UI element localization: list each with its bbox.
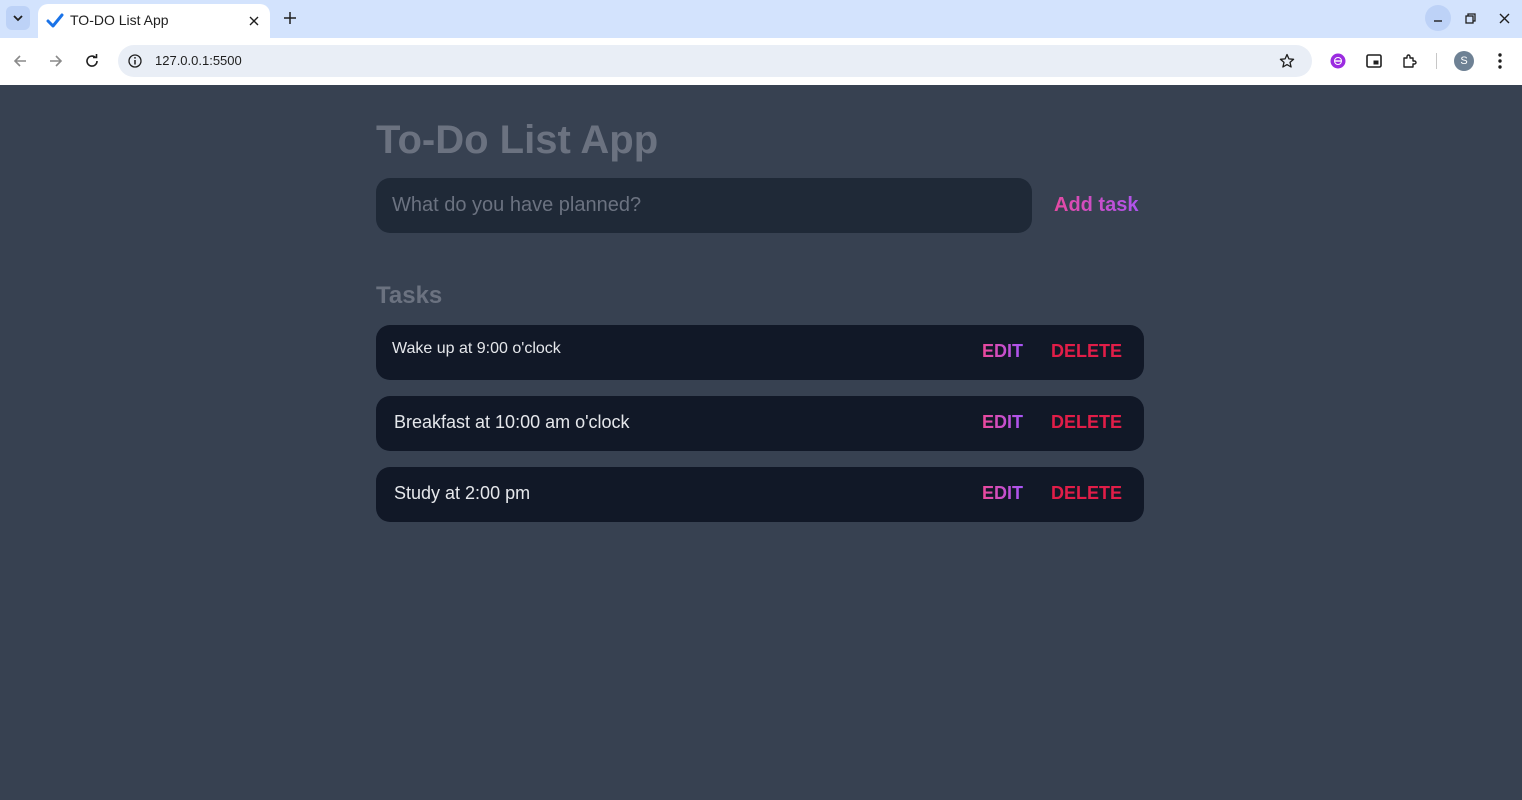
back-button[interactable] <box>8 49 32 73</box>
browser-menu-button[interactable] <box>1488 49 1512 73</box>
edit-button[interactable]: EDIT <box>982 341 1023 362</box>
chevron-down-icon <box>13 15 23 22</box>
edit-button[interactable]: EDIT <box>982 483 1023 504</box>
tab-search-button[interactable] <box>6 6 30 30</box>
delete-button[interactable]: DELETE <box>1051 341 1122 362</box>
picture-in-picture-icon <box>1366 54 1382 68</box>
delete-button[interactable]: DELETE <box>1051 483 1122 504</box>
task-item: Breakfast at 10:00 am o'clock EDIT DELET… <box>376 396 1144 451</box>
kebab-menu-icon <box>1498 53 1502 69</box>
forward-button[interactable] <box>44 49 68 73</box>
restore-icon <box>1464 12 1476 24</box>
browser-tab[interactable]: TO-DO List App <box>38 4 270 38</box>
extension-icon <box>1330 53 1346 69</box>
extensions-menu-button[interactable] <box>1398 49 1422 73</box>
extension-button[interactable] <box>1326 49 1350 73</box>
tab-title: TO-DO List App <box>70 12 169 28</box>
task-input[interactable] <box>376 178 1032 233</box>
picture-in-picture-button[interactable] <box>1362 49 1386 73</box>
restore-button[interactable] <box>1457 5 1483 31</box>
url-text: 127.0.0.1:5500 <box>155 53 242 68</box>
window-close-button[interactable] <box>1491 5 1517 31</box>
puzzle-icon <box>1403 54 1417 68</box>
forward-arrow-icon <box>50 55 63 67</box>
task-item: Wake up at 9:00 o'clock EDIT DELETE <box>376 325 1144 380</box>
minimize-icon <box>1434 20 1442 22</box>
back-arrow-icon <box>13 55 26 67</box>
task-text: Breakfast at 10:00 am o'clock <box>394 412 630 432</box>
favicon-check-icon <box>46 13 64 28</box>
toolbar-separator <box>1436 53 1437 69</box>
info-icon <box>128 54 142 68</box>
tasks-heading: Tasks <box>376 282 443 309</box>
avatar: S <box>1454 51 1474 71</box>
reload-icon <box>86 54 98 67</box>
browser-tabstrip: TO-DO List App <box>0 0 1522 38</box>
task-text: Study at 2:00 pm <box>394 483 531 503</box>
browser-toolbar: 127.0.0.1:5500 S <box>0 38 1522 85</box>
reload-button[interactable] <box>80 49 104 73</box>
page-title: To-Do List App <box>376 118 659 162</box>
profile-button[interactable]: S <box>1452 49 1476 73</box>
task-text: Wake up at 9:00 o'clock <box>392 340 561 357</box>
window-close-icon <box>1499 13 1509 23</box>
add-task-button[interactable]: Add task <box>1044 190 1148 220</box>
edit-button[interactable]: EDIT <box>982 412 1023 433</box>
minimize-button[interactable] <box>1425 5 1451 31</box>
delete-button[interactable]: DELETE <box>1051 412 1122 433</box>
site-info-button[interactable] <box>124 50 146 72</box>
task-item: Study at 2:00 pm EDIT DELETE <box>376 467 1144 522</box>
address-bar[interactable]: 127.0.0.1:5500 <box>118 45 1312 77</box>
close-icon <box>249 16 259 26</box>
tab-close-button[interactable] <box>244 11 264 31</box>
plus-icon <box>284 12 296 24</box>
new-tab-button[interactable] <box>279 7 301 29</box>
bookmark-button[interactable] <box>1276 50 1298 72</box>
star-icon <box>1279 53 1295 68</box>
